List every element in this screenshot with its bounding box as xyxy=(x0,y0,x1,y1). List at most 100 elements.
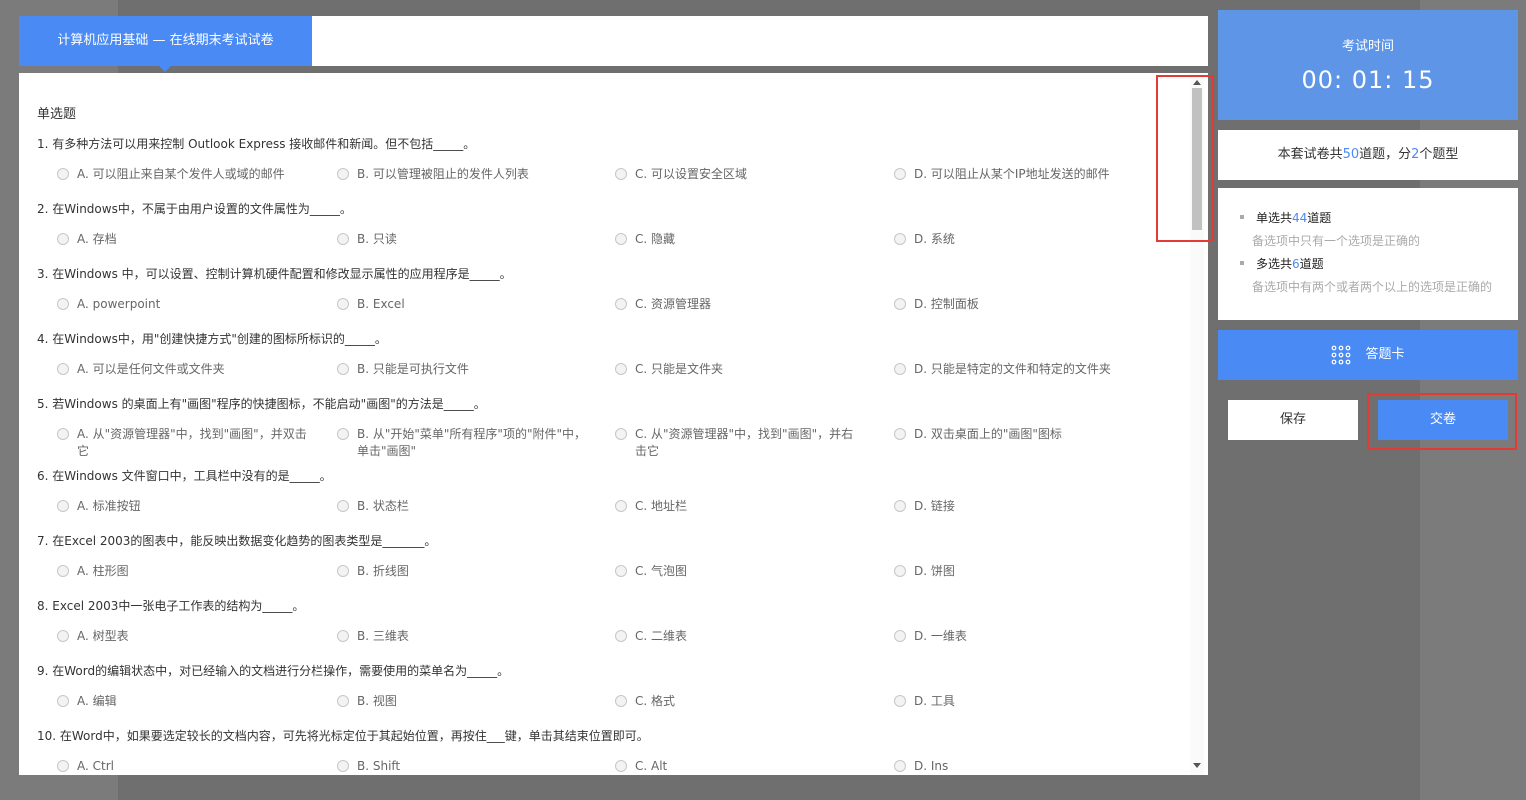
option-c[interactable]: C. 二维表 xyxy=(615,628,687,645)
radio-icon[interactable] xyxy=(894,565,906,577)
option-b[interactable]: B. 折线图 xyxy=(337,563,409,580)
option-c[interactable]: C. 只能是文件夹 xyxy=(615,361,723,378)
option-d[interactable]: D. 双击桌面上的"画图"图标 xyxy=(894,426,1062,443)
radio-icon[interactable] xyxy=(57,168,69,180)
option-c[interactable]: C. 隐藏 xyxy=(615,231,675,248)
radio-icon[interactable] xyxy=(337,363,349,375)
radio-icon[interactable] xyxy=(337,760,349,772)
radio-icon[interactable] xyxy=(894,630,906,642)
radio-icon[interactable] xyxy=(337,233,349,245)
option-b[interactable]: B. 从"开始"菜单"所有程序"项的"附件"中，单击"画图" xyxy=(337,426,587,460)
question-item: 2. 在Windows中，不属于由用户设置的文件属性为_____。 A. 存档 … xyxy=(37,201,1187,266)
option-b[interactable]: B. 可以管理被阻止的发件人列表 xyxy=(337,166,529,183)
radio-icon[interactable] xyxy=(57,565,69,577)
radio-icon[interactable] xyxy=(57,428,69,440)
radio-icon[interactable] xyxy=(337,630,349,642)
radio-icon[interactable] xyxy=(894,428,906,440)
question-stem: 3. 在Windows 中，可以设置、控制计算机硬件配置和修改显示属性的应用程序… xyxy=(37,267,512,281)
scroll-down-arrow-icon[interactable] xyxy=(1193,763,1201,768)
option-c[interactable]: C. 从"资源管理器"中，找到"画图"，并右击它 xyxy=(615,426,865,460)
type-single-choice: 单选共44道题 备选项中只有一个选项是正确的 xyxy=(1240,209,1420,249)
radio-icon[interactable] xyxy=(894,695,906,707)
option-b[interactable]: B. 状态栏 xyxy=(337,498,409,515)
option-d[interactable]: D. 系统 xyxy=(894,231,955,248)
radio-icon[interactable] xyxy=(337,695,349,707)
option-a[interactable]: A. 编辑 xyxy=(57,693,117,710)
radio-icon[interactable] xyxy=(57,630,69,642)
option-a[interactable]: A. 从"资源管理器"中，找到"画图"，并双击它 xyxy=(57,426,307,460)
summary-middle: 道题，分 xyxy=(1359,147,1412,162)
option-b[interactable]: B. Shift xyxy=(337,758,400,775)
question-options: A. 可以是任何文件或文件夹 B. 只能是可执行文件 C. 只能是文件夹 D. … xyxy=(37,361,1187,396)
option-c[interactable]: C. 可以设置安全区域 xyxy=(615,166,747,183)
option-d[interactable]: D. 可以阻止从某个IP地址发送的邮件 xyxy=(894,166,1110,183)
question-options: A. 存档 B. 只读 C. 隐藏 D. 系统 xyxy=(37,231,1187,266)
option-b[interactable]: B. 三维表 xyxy=(337,628,409,645)
option-c[interactable]: C. 地址栏 xyxy=(615,498,687,515)
question-options: A. 可以阻止来自某个发件人或域的邮件 B. 可以管理被阻止的发件人列表 C. … xyxy=(37,166,1187,201)
exam-title-tab[interactable]: 计算机应用基础 — 在线期末考试试卷 xyxy=(19,16,312,72)
radio-icon[interactable] xyxy=(57,500,69,512)
question-options: A. Ctrl B. Shift C. Alt D. Ins xyxy=(37,758,1187,775)
option-c[interactable]: C. 格式 xyxy=(615,693,675,710)
option-d[interactable]: D. 控制面板 xyxy=(894,296,979,313)
radio-icon[interactable] xyxy=(615,233,627,245)
radio-icon[interactable] xyxy=(615,428,627,440)
radio-icon[interactable] xyxy=(615,298,627,310)
radio-icon[interactable] xyxy=(894,298,906,310)
option-a[interactable]: A. powerpoint xyxy=(57,296,160,313)
radio-icon[interactable] xyxy=(615,630,627,642)
question-item: 10. 在Word中，如果要选定较长的文档内容，可先将光标定位于其起始位置，再按… xyxy=(37,728,1187,775)
option-a[interactable]: A. 存档 xyxy=(57,231,117,248)
option-d[interactable]: D. 链接 xyxy=(894,498,955,515)
option-d[interactable]: D. 只能是特定的文件和特定的文件夹 xyxy=(894,361,1111,378)
radio-icon[interactable] xyxy=(615,695,627,707)
option-d[interactable]: D. Ins xyxy=(894,758,948,775)
radio-icon[interactable] xyxy=(894,760,906,772)
option-a[interactable]: A. 树型表 xyxy=(57,628,129,645)
radio-icon[interactable] xyxy=(894,168,906,180)
radio-icon[interactable] xyxy=(337,500,349,512)
question-item: 1. 有多种方法可以用来控制 Outlook Express 接收邮件和新闻。但… xyxy=(37,136,1187,201)
option-a[interactable]: A. 柱形图 xyxy=(57,563,129,580)
save-button[interactable]: 保存 xyxy=(1228,400,1358,440)
radio-icon[interactable] xyxy=(57,233,69,245)
radio-icon[interactable] xyxy=(894,500,906,512)
option-c[interactable]: C. 气泡图 xyxy=(615,563,687,580)
radio-icon[interactable] xyxy=(57,298,69,310)
radio-icon[interactable] xyxy=(57,363,69,375)
radio-icon[interactable] xyxy=(57,695,69,707)
question-stem: 8. Excel 2003中一张电子工作表的结构为_____。 xyxy=(37,599,305,613)
option-c[interactable]: C. Alt xyxy=(615,758,667,775)
option-b[interactable]: B. Excel xyxy=(337,296,405,313)
option-d[interactable]: D. 工具 xyxy=(894,693,955,710)
option-d[interactable]: D. 一维表 xyxy=(894,628,967,645)
radio-icon[interactable] xyxy=(615,363,627,375)
radio-icon[interactable] xyxy=(615,168,627,180)
option-a[interactable]: A. 可以是任何文件或文件夹 xyxy=(57,361,225,378)
radio-icon[interactable] xyxy=(615,565,627,577)
exam-summary: 本套试卷共50道题，分2个题型 xyxy=(1218,130,1518,180)
question-types-panel: 单选共44道题 备选项中只有一个选项是正确的 多选共6道题 备选项中有两个或者两… xyxy=(1218,188,1518,320)
radio-icon[interactable] xyxy=(337,565,349,577)
radio-icon[interactable] xyxy=(894,363,906,375)
option-b[interactable]: B. 只能是可执行文件 xyxy=(337,361,469,378)
option-b[interactable]: B. 只读 xyxy=(337,231,397,248)
radio-icon[interactable] xyxy=(337,168,349,180)
radio-icon[interactable] xyxy=(615,500,627,512)
radio-icon[interactable] xyxy=(337,428,349,440)
option-a[interactable]: A. 标准按钮 xyxy=(57,498,141,515)
bullet-icon xyxy=(1240,215,1244,219)
option-c[interactable]: C. 资源管理器 xyxy=(615,296,711,313)
option-a[interactable]: A. Ctrl xyxy=(57,758,114,775)
question-stem: 2. 在Windows中，不属于由用户设置的文件属性为_____。 xyxy=(37,202,352,216)
radio-icon[interactable] xyxy=(615,760,627,772)
option-d[interactable]: D. 饼图 xyxy=(894,563,955,580)
option-a[interactable]: A. 可以阻止来自某个发件人或域的邮件 xyxy=(57,166,285,183)
summary-total: 50 xyxy=(1342,147,1360,162)
answer-card-button[interactable]: 答题卡 xyxy=(1218,330,1518,380)
radio-icon[interactable] xyxy=(337,298,349,310)
radio-icon[interactable] xyxy=(57,760,69,772)
radio-icon[interactable] xyxy=(894,233,906,245)
option-b[interactable]: B. 视图 xyxy=(337,693,397,710)
